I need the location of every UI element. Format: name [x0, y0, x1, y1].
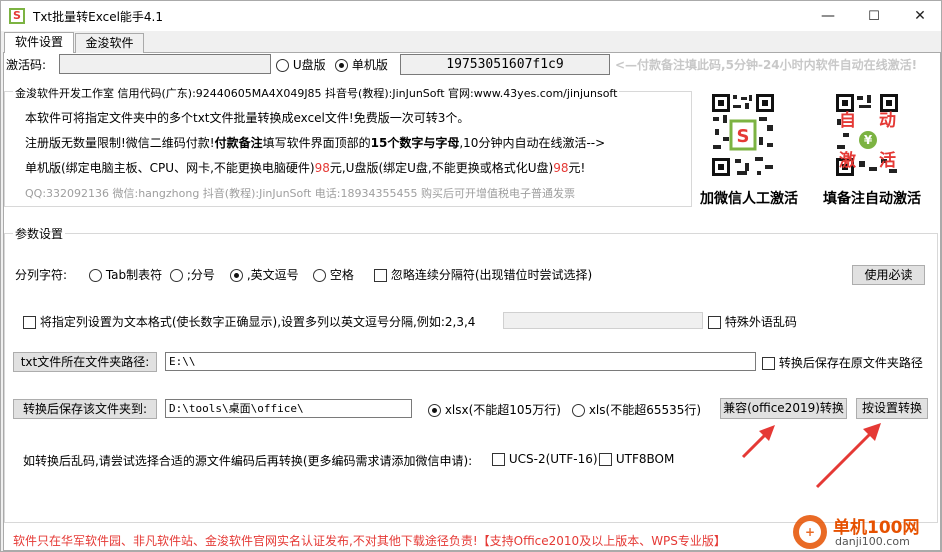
text-format-label: 将指定列设置为文本格式(使长数字正确显示),设置多列以英文逗号分隔,例如:2,3…: [39, 315, 476, 329]
arrow-to-compat-icon: [741, 425, 775, 459]
annotation-arrows: [741, 423, 881, 489]
intro-group-title: 金浚软件开发工作室 信用代码(广东):92440605MA4X049J85 抖音…: [13, 85, 620, 101]
text-columns-input[interactable]: [503, 312, 703, 329]
single-version-label: 单机版: [351, 58, 388, 72]
arrow-to-convert-icon: [815, 423, 881, 489]
overlay-char-2: 动: [879, 111, 896, 131]
compat-convert-button[interactable]: 兼容(office2019)转换: [720, 398, 847, 419]
maximize-button[interactable]: ☐: [851, 1, 897, 31]
title-bar: S Txt批量转Excel能手4.1 — ☐ ✕: [1, 1, 941, 31]
delimiter-semicolon-option[interactable]: ;分号: [170, 266, 215, 283]
close-button[interactable]: ✕: [897, 1, 941, 31]
machine-code-display: 19753051607f1c9: [400, 54, 610, 75]
foreign-garble-option[interactable]: 特殊外语乱码: [708, 313, 797, 330]
foreign-garble-label: 特殊外语乱码: [724, 315, 797, 329]
foreign-garble-checkbox[interactable]: [708, 316, 721, 329]
dest-folder-button[interactable]: 转换后保存该文件夹到:: [13, 399, 157, 419]
minimize-button[interactable]: —: [805, 1, 851, 31]
wechat-qr-icon: S: [711, 93, 775, 177]
encoding-hint: 如转换后乱码,请尝试选择合适的源文件编码后再转换(更多编码需求请添加微信申请):: [23, 454, 473, 468]
delimiter-label: 分列字符:: [15, 268, 68, 282]
save-in-source-option[interactable]: 转换后保存在原文件夹路径: [762, 354, 923, 371]
intro-line-2-fill: 填写软件界面顶部的: [262, 136, 371, 150]
intro-line-3-mid: 元,U盘版(绑定U盘,不能更换或格式化U盘): [329, 161, 554, 175]
usb-version-option[interactable]: U盘版: [276, 56, 326, 73]
site-watermark: + 单机100网 danji100.com: [789, 511, 939, 551]
intro-line-2-tail: ,10分钟内自动在线激活-->: [459, 136, 606, 150]
enc-utf8bom-option[interactable]: UTF8BOM: [599, 452, 674, 466]
text-format-option[interactable]: 将指定列设置为文本格式(使长数字正确显示),设置多列以英文逗号分隔,例如:2,3…: [23, 313, 475, 330]
convert-button[interactable]: 按设置转换: [856, 398, 928, 419]
app-window: S Txt批量转Excel能手4.1 — ☐ ✕ 软件设置 金浚软件 激活码: …: [0, 0, 942, 552]
xlsx-radio[interactable]: [428, 404, 441, 417]
intro-line-3-tail: 元!: [568, 161, 586, 175]
intro-line-2-text: 注册版无数量限制!微信二维码付款!: [25, 136, 215, 150]
delimiter-comma-radio[interactable]: [230, 269, 243, 282]
intro-line-1: 本软件可将指定文件夹中的多个txt文件批量转换成excel文件!免费版一次可转3…: [25, 111, 470, 125]
yen-icon: ¥: [859, 131, 877, 149]
ignore-consecutive-option[interactable]: 忽略连续分隔符(出现错位时尝试选择): [374, 266, 592, 283]
usb-price: 98: [553, 161, 569, 175]
xls-option[interactable]: xls(不能超65535行): [572, 401, 701, 418]
activation-code-input[interactable]: [59, 54, 271, 74]
app-icon: S: [9, 8, 25, 24]
must-read-button[interactable]: 使用必读: [852, 265, 925, 285]
save-in-source-checkbox[interactable]: [762, 357, 775, 370]
single-version-option[interactable]: 单机版: [335, 56, 388, 73]
wechat-qr-caption: 加微信人工激活: [700, 191, 798, 207]
enc-utf16-label: UCS-2(UTF-16): [508, 452, 598, 466]
enc-utf8bom-checkbox[interactable]: [599, 453, 612, 466]
delimiter-comma-label: ,英文逗号: [246, 268, 299, 282]
delimiter-space-radio[interactable]: [313, 269, 326, 282]
text-format-checkbox[interactable]: [23, 316, 36, 329]
single-price: 98: [314, 161, 330, 175]
enc-utf8bom-label: UTF8BOM: [615, 452, 675, 466]
usb-version-radio[interactable]: [276, 59, 289, 72]
delimiter-tab-option[interactable]: Tab制表符: [89, 266, 162, 283]
usb-version-label: U盘版: [292, 58, 326, 72]
delimiter-tab-radio[interactable]: [89, 269, 102, 282]
delimiter-comma-option[interactable]: ,英文逗号: [230, 266, 299, 283]
pay-qr-caption: 填备注自动激活: [823, 191, 921, 207]
source-folder-input[interactable]: E:\\: [165, 352, 756, 371]
ignore-consecutive-label: 忽略连续分隔符(出现错位时尝试选择): [390, 268, 593, 282]
params-group-title: 参数设置: [13, 225, 66, 242]
intro-line-2: 注册版无数量限制!微信二维码付款!付款备注填写软件界面顶部的15个数字与字母,1…: [25, 134, 605, 151]
intro-line-2-digits: 15个数字与字母: [370, 136, 460, 150]
single-version-radio[interactable]: [335, 59, 348, 72]
tab-software-settings[interactable]: 软件设置: [4, 32, 74, 53]
window-title: Txt批量转Excel能手4.1: [33, 10, 164, 24]
svg-text:S: S: [737, 126, 750, 147]
xlsx-label: xlsx(不能超105万行): [444, 403, 561, 417]
watermark-domain: danji100.com: [835, 535, 910, 548]
intro-contact-line: QQ:332092136 微信:hangzhong 抖音(教程):JinJunS…: [25, 187, 575, 200]
activation-hint: <—付款备注填此码,5分钟-24小时内软件自动在线激活!: [615, 58, 918, 72]
save-in-source-label: 转换后保存在原文件夹路径: [778, 356, 923, 370]
delimiter-space-option[interactable]: 空格: [313, 266, 354, 283]
source-folder-button[interactable]: txt文件所在文件夹路径:: [13, 352, 157, 372]
delimiter-space-label: 空格: [329, 268, 354, 282]
intro-line-2-pay-note: 付款备注: [214, 136, 263, 150]
overlay-char-1: 自: [839, 111, 856, 131]
enc-utf16-option[interactable]: UCS-2(UTF-16): [492, 452, 598, 466]
watermark-logo-icon: +: [793, 515, 827, 549]
overlay-char-3: 激: [839, 151, 856, 171]
intro-line-3-text: 单机版(绑定电脑主板、CPU、网卡,不能更换电脑硬件): [25, 161, 315, 175]
tab-jinjun-software[interactable]: 金浚软件: [75, 33, 144, 53]
xls-label: xls(不能超65535行): [588, 403, 702, 417]
xls-radio[interactable]: [572, 404, 585, 417]
footer-notice: 软件只在华军软件园、非凡软件站、金浚软件官网实名认证发布,不对其他下载途径负责!…: [13, 534, 726, 548]
intro-line-3: 单机版(绑定电脑主板、CPU、网卡,不能更换电脑硬件)98元,U盘版(绑定U盘,…: [25, 159, 585, 176]
overlay-char-4: 活: [879, 151, 896, 171]
ignore-consecutive-checkbox[interactable]: [374, 269, 387, 282]
delimiter-semicolon-label: ;分号: [186, 268, 215, 282]
xlsx-option[interactable]: xlsx(不能超105万行): [428, 401, 561, 418]
delimiter-semicolon-radio[interactable]: [170, 269, 183, 282]
activation-label: 激活码:: [6, 58, 47, 72]
enc-utf16-checkbox[interactable]: [492, 453, 505, 466]
delimiter-tab-label: Tab制表符: [105, 268, 163, 282]
dest-folder-input[interactable]: D:\tools\桌面\office\: [165, 399, 412, 418]
